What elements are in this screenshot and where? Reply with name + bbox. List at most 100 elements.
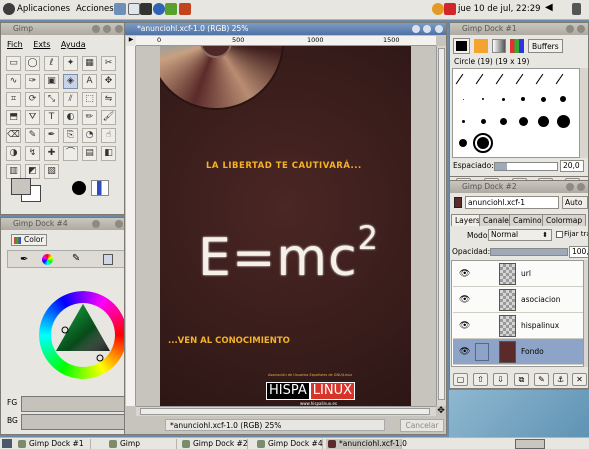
layers-scrollbar[interactable] [584, 260, 588, 367]
image-canvas[interactable]: LA LIBERTAD TE CAUTIVARÁ... E=mc2 ...VEN… [160, 46, 411, 406]
bucket-fill-tool[interactable]: ⛛ [25, 110, 40, 125]
perspective-tool[interactable]: ⬚ [82, 92, 97, 107]
edit-layer-button[interactable]: ✎ [534, 373, 549, 386]
gradients-tab-icon[interactable] [492, 39, 506, 53]
fg-color-bar[interactable] [21, 396, 125, 412]
package-icon[interactable] [179, 3, 191, 15]
tab-colormap[interactable]: Colormap [542, 214, 587, 226]
menu-arrow-button[interactable]: ▶ [126, 36, 136, 46]
scissors-tool[interactable]: ✂ [101, 56, 116, 71]
brush-grid[interactable] [452, 68, 580, 158]
clone-tool[interactable]: ⎘ [63, 128, 78, 143]
scrollbar-thumb[interactable] [438, 48, 445, 400]
spacing-input[interactable]: 20,0 [560, 160, 584, 172]
brush-preset[interactable] [555, 73, 564, 85]
taskbar-item-dock1[interactable]: Gimp Dock #1 [16, 439, 91, 449]
close-button[interactable] [577, 183, 585, 191]
mode-select[interactable]: Normal ⬍ [488, 229, 552, 241]
bezier-tool[interactable]: ∿ [6, 74, 21, 89]
close-button[interactable] [115, 220, 123, 228]
clock[interactable]: jue 10 de jul, 22:29 [458, 4, 541, 14]
fuzzy-select-tool[interactable]: ✦ [63, 56, 78, 71]
close-button[interactable] [115, 25, 123, 33]
convolve-tool[interactable]: ◔ [82, 128, 97, 143]
blend-tool[interactable]: ◐ [63, 110, 78, 125]
image-select[interactable]: anunciohl.xcf-1 [465, 196, 559, 209]
lower-layer-button[interactable]: ⇩ [493, 373, 508, 386]
terminal-icon[interactable] [140, 3, 152, 15]
watercolor-selector-icon[interactable]: ✎ [72, 253, 80, 264]
brush-preview[interactable] [72, 181, 86, 195]
taskbar-item-image[interactable]: *anunciohl.xcf-1.0 [326, 439, 407, 449]
horizontal-ruler[interactable]: 0 500 1000 1500 [136, 36, 436, 46]
opacity-slider[interactable] [490, 248, 568, 256]
new-layer-button[interactable]: ▢ [453, 373, 468, 386]
show-desktop-icon[interactable] [2, 439, 12, 448]
brush-preset[interactable] [540, 96, 546, 102]
chain-toggle[interactable] [475, 343, 489, 361]
color-triangle-wheel[interactable] [39, 291, 127, 379]
minimize-button[interactable] [92, 25, 100, 33]
triangle-selector-icon[interactable] [42, 254, 53, 265]
patterns-tab-icon[interactable] [474, 39, 488, 53]
brush-preset[interactable] [473, 133, 493, 153]
path-tool[interactable]: ↯ [25, 146, 40, 161]
brush-preset[interactable] [495, 73, 504, 85]
gradient-editor-tool[interactable]: ▥ [6, 164, 21, 179]
brush-preset[interactable] [475, 73, 484, 85]
ink-tool[interactable]: ✒ [44, 128, 59, 143]
dock2-titlebar[interactable]: Gimp Dock #2 [450, 181, 588, 193]
brush-preset[interactable] [480, 118, 486, 124]
cancel-button[interactable]: Cancelar [400, 419, 444, 432]
editor-icon[interactable] [128, 3, 140, 15]
brush-preset[interactable] [560, 96, 566, 102]
close-button[interactable] [435, 25, 443, 33]
eye-icon[interactable]: 👁 [459, 321, 470, 331]
eye-icon[interactable]: 👁 [459, 269, 470, 279]
taskbar-item-dock2[interactable]: Gimp Dock #2 [180, 439, 248, 449]
image-titlebar[interactable]: *anunciohl.xcf-1.0 (RGB) 25% [125, 23, 446, 35]
pencil-tool[interactable]: ✏ [82, 110, 97, 125]
volume-icon[interactable]: ◀︎ [545, 2, 553, 13]
shear-tool[interactable]: ⫽ [63, 92, 78, 107]
color-select-tool[interactable]: ▦ [82, 56, 97, 71]
text-tool[interactable]: A [82, 74, 97, 89]
actions-menu[interactable]: Acciones [76, 4, 114, 14]
browser-globe-icon[interactable] [153, 3, 165, 15]
desaturate-tool[interactable]: ◩ [25, 164, 40, 179]
duplicate-layer-button[interactable]: ⧉ [514, 373, 529, 386]
menu-help[interactable]: Ayuda [61, 40, 86, 49]
auto-button[interactable]: Auto [562, 196, 588, 209]
measure-tool[interactable]: ◈ [63, 74, 78, 89]
brush-preset[interactable] [501, 97, 505, 101]
brush-preset[interactable] [499, 117, 507, 125]
workspace-icon[interactable] [572, 3, 581, 15]
rotate-tool[interactable]: ⟳ [25, 92, 40, 107]
close-button[interactable] [577, 25, 585, 33]
rect-select-tool[interactable]: ▭ [6, 56, 21, 71]
move-tool[interactable]: ✥ [101, 74, 116, 89]
taskbar-item-gimp[interactable]: Gimp [107, 439, 177, 449]
toolbox-titlebar[interactable]: Gimp [1, 23, 126, 35]
update-icon[interactable] [432, 3, 444, 15]
text-tool-2[interactable]: T [44, 110, 59, 125]
maximize-button[interactable] [103, 25, 111, 33]
layer-row-hispalinux[interactable]: 👁 hispalinux [453, 313, 583, 339]
opacity-input[interactable]: 100,0 [569, 246, 588, 258]
lasso-tool[interactable]: ℓ [44, 56, 59, 71]
scales-selector-icon[interactable]: ✒ [20, 254, 28, 265]
color-tab[interactable]: Color [11, 234, 47, 246]
vertical-ruler[interactable] [126, 46, 136, 406]
eye-icon[interactable]: 👁 [459, 347, 470, 357]
magnify-tool[interactable]: ▣ [44, 74, 59, 89]
brush-preset[interactable] [521, 97, 525, 101]
keep-trans-checkbox[interactable] [556, 231, 563, 238]
levels-tool[interactable]: ▤ [82, 146, 97, 161]
pattern-preview[interactable] [91, 180, 109, 196]
brush-preset[interactable] [515, 73, 524, 85]
brush-preset[interactable] [459, 139, 467, 147]
brush-preset[interactable] [462, 98, 464, 100]
dodge-burn-tool[interactable]: ◑ [6, 146, 21, 161]
transform-tool[interactable]: ⬒ [6, 110, 21, 125]
minimize-button[interactable] [412, 25, 420, 33]
